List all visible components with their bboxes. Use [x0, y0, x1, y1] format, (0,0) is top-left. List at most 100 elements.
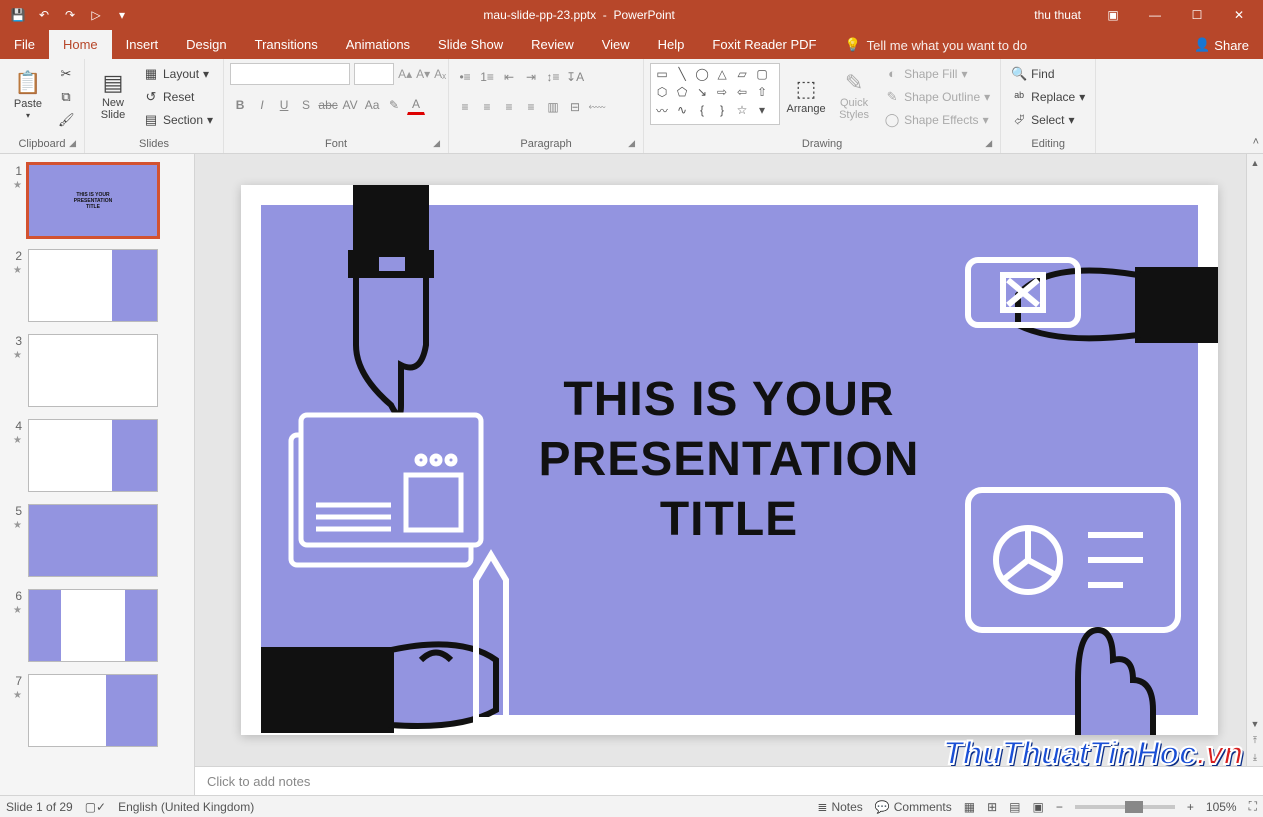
ribbon-display-icon[interactable]: ▣: [1093, 0, 1133, 29]
indent-dec-button[interactable]: ⇤: [499, 67, 519, 87]
font-color-button[interactable]: A: [406, 95, 426, 115]
bold-button[interactable]: B: [230, 95, 250, 115]
underline-button[interactable]: U: [274, 95, 294, 115]
tab-review[interactable]: Review: [517, 30, 588, 59]
layout-button[interactable]: ▦Layout ▾: [139, 63, 217, 84]
new-slide-button[interactable]: ▤ New Slide: [91, 63, 135, 129]
format-painter-button[interactable]: 🖌: [54, 109, 78, 130]
paste-button[interactable]: 📋 Paste ▾: [6, 63, 50, 129]
tab-transitions[interactable]: Transitions: [241, 30, 332, 59]
thumbnail-3[interactable]: 3★: [0, 332, 194, 417]
collapse-ribbon-icon[interactable]: ˄: [1253, 136, 1259, 148]
next-slide-icon[interactable]: ⤓: [1247, 749, 1263, 766]
notes-pane[interactable]: Click to add notes: [195, 766, 1263, 795]
close-icon[interactable]: ✕: [1219, 0, 1259, 29]
line-spacing-button[interactable]: ↕≡: [543, 67, 563, 87]
scroll-up-icon[interactable]: ▲: [1247, 154, 1263, 171]
numbering-button[interactable]: 1≡: [477, 67, 497, 87]
tab-animations[interactable]: Animations: [332, 30, 424, 59]
tab-slideshow[interactable]: Slide Show: [424, 30, 517, 59]
spell-check-icon[interactable]: ▢✓: [85, 800, 106, 814]
normal-view-icon[interactable]: ▦: [964, 800, 975, 814]
align-center-button[interactable]: ≡: [477, 97, 497, 117]
slide-canvas-area[interactable]: THIS IS YOUR PRESENTATION TITLE ▲ ▼ ⤒ ⤓: [195, 154, 1263, 766]
reset-button[interactable]: ↺Reset: [139, 86, 217, 107]
tell-me-search[interactable]: 💡 Tell me what you want to do: [830, 37, 1041, 59]
quick-styles-button[interactable]: ✎ Quick Styles: [832, 63, 876, 129]
dialog-launcher-icon[interactable]: ◢: [69, 138, 76, 149]
vertical-scrollbar[interactable]: ▲ ▼ ⤒ ⤓: [1246, 154, 1263, 766]
thumbnail-4[interactable]: 4★: [0, 417, 194, 502]
align-left-button[interactable]: ≡: [455, 97, 475, 117]
zoom-in-icon[interactable]: +: [1187, 800, 1194, 814]
shape-outline-button[interactable]: ✎Shape Outline ▾: [880, 86, 994, 107]
dialog-launcher-icon[interactable]: ◢: [628, 138, 635, 149]
slide-title-text[interactable]: THIS IS YOUR PRESENTATION TITLE: [539, 370, 920, 550]
dialog-launcher-icon[interactable]: ◢: [985, 138, 992, 149]
zoom-level[interactable]: 105%: [1206, 800, 1237, 814]
share-button[interactable]: 👤 Share: [1180, 37, 1263, 59]
prev-slide-icon[interactable]: ⤒: [1247, 732, 1263, 749]
copy-button[interactable]: ⧉: [54, 86, 78, 107]
thumbnail-2[interactable]: 2★: [0, 247, 194, 332]
minimize-icon[interactable]: —: [1135, 0, 1175, 29]
smartart-button[interactable]: ⬳: [587, 97, 607, 117]
account-name[interactable]: thu thuat: [1024, 0, 1091, 29]
zoom-slider[interactable]: [1075, 805, 1175, 809]
tab-insert[interactable]: Insert: [112, 30, 173, 59]
case-button[interactable]: Aa: [362, 95, 382, 115]
thumbnail-7[interactable]: 7★: [0, 672, 194, 757]
tab-help[interactable]: Help: [644, 30, 699, 59]
slide[interactable]: THIS IS YOUR PRESENTATION TITLE: [241, 185, 1218, 735]
slide-thumbnails-panel[interactable]: 1★ 2★ 3★ 4★ 5★ 6★ 7★: [0, 154, 195, 795]
thumbnail-1[interactable]: 1★: [0, 162, 194, 247]
columns-button[interactable]: ▥: [543, 97, 563, 117]
redo-icon[interactable]: ↷: [58, 3, 82, 27]
highlight-button[interactable]: ✎: [384, 95, 404, 115]
sorter-view-icon[interactable]: ⊞: [987, 800, 997, 814]
reading-view-icon[interactable]: ▤: [1009, 800, 1020, 814]
language-status[interactable]: English (United Kingdom): [118, 800, 254, 814]
thumbnail-6[interactable]: 6★: [0, 587, 194, 672]
spacing-button[interactable]: AV: [340, 95, 360, 115]
comments-toggle[interactable]: 💬 Comments: [875, 800, 952, 814]
fit-window-icon[interactable]: ⛶: [1249, 799, 1257, 814]
tab-view[interactable]: View: [588, 30, 644, 59]
find-button[interactable]: 🔍Find: [1007, 63, 1089, 84]
start-slideshow-icon[interactable]: ▷: [84, 3, 108, 27]
tab-home[interactable]: Home: [49, 30, 112, 59]
align-text-button[interactable]: ⊟: [565, 97, 585, 117]
tab-foxit[interactable]: Foxit Reader PDF: [698, 30, 830, 59]
shrink-font-icon[interactable]: A▾: [416, 67, 430, 81]
shape-effects-button[interactable]: ◯Shape Effects ▾: [880, 109, 994, 130]
font-family-select[interactable]: [230, 63, 350, 85]
notes-toggle[interactable]: ≣ Notes: [817, 800, 862, 814]
text-direction-button[interactable]: ↧A: [565, 67, 585, 87]
font-size-select[interactable]: [354, 63, 394, 85]
align-right-button[interactable]: ≡: [499, 97, 519, 117]
zoom-out-icon[interactable]: −: [1056, 800, 1063, 814]
indent-inc-button[interactable]: ⇥: [521, 67, 541, 87]
bullets-button[interactable]: •≡: [455, 67, 475, 87]
tab-design[interactable]: Design: [172, 30, 240, 59]
thumbnail-5[interactable]: 5★: [0, 502, 194, 587]
shapes-gallery[interactable]: ▭╲◯△▱▢ ⬡⬠↘⇨⇦⇧ 〰∿{}☆▾: [650, 63, 780, 125]
undo-icon[interactable]: ↶: [32, 3, 56, 27]
select-button[interactable]: ⮰Select ▾: [1007, 109, 1089, 130]
slideshow-view-icon[interactable]: ▣: [1033, 800, 1044, 814]
grow-font-icon[interactable]: A▴: [398, 67, 412, 81]
slide-counter[interactable]: Slide 1 of 29: [6, 800, 73, 814]
tab-file[interactable]: File: [0, 30, 49, 59]
shape-fill-button[interactable]: ◐Shape Fill ▾: [880, 63, 994, 84]
save-icon[interactable]: 💾: [6, 3, 30, 27]
shadow-button[interactable]: S: [296, 95, 316, 115]
cut-button[interactable]: ✂: [54, 63, 78, 84]
italic-button[interactable]: I: [252, 95, 272, 115]
qat-customize-icon[interactable]: ▾: [110, 3, 134, 27]
scroll-down-icon[interactable]: ▼: [1247, 715, 1263, 732]
maximize-icon[interactable]: ☐: [1177, 0, 1217, 29]
dialog-launcher-icon[interactable]: ◢: [433, 138, 440, 149]
justify-button[interactable]: ≡: [521, 97, 541, 117]
clear-format-icon[interactable]: Aₓ: [434, 67, 446, 81]
arrange-button[interactable]: ⬚ Arrange: [784, 63, 828, 129]
